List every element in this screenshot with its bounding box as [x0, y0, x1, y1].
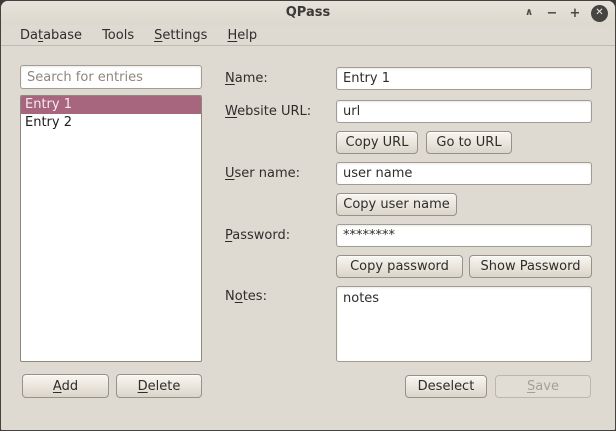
- search-input[interactable]: [20, 65, 202, 89]
- menubar: Database Tools Settings Help: [1, 25, 615, 46]
- website-url-input[interactable]: [336, 100, 592, 123]
- copy-password-button[interactable]: Copy password: [336, 255, 463, 278]
- notes-label: Notes:: [225, 289, 267, 304]
- website-url-label: Website URL:: [225, 104, 311, 119]
- name-input[interactable]: [336, 67, 592, 90]
- titlebar: QPass ∧ − + ✕: [1, 1, 615, 25]
- menu-database[interactable]: Database: [10, 26, 92, 45]
- go-to-url-button[interactable]: Go to URL: [426, 131, 512, 154]
- delete-button[interactable]: Delete: [116, 374, 202, 398]
- password-label: Password:: [225, 228, 290, 243]
- shade-window-icon[interactable]: ∧: [522, 8, 536, 18]
- user-name-label: User name:: [225, 166, 300, 181]
- save-button[interactable]: Save: [495, 375, 591, 398]
- name-label: Name:: [225, 71, 268, 86]
- entry-list: Entry 1 Entry 2: [20, 95, 202, 362]
- list-item-entry-1[interactable]: Entry 1: [21, 96, 201, 114]
- menu-help[interactable]: Help: [217, 26, 267, 45]
- show-password-button[interactable]: Show Password: [469, 255, 592, 278]
- add-button[interactable]: Add: [22, 374, 109, 398]
- copy-user-name-button[interactable]: Copy user name: [336, 193, 457, 216]
- maximize-icon[interactable]: +: [568, 7, 582, 20]
- list-item-entry-2[interactable]: Entry 2: [21, 114, 201, 132]
- user-name-input[interactable]: [336, 162, 592, 185]
- menu-tools[interactable]: Tools: [92, 26, 144, 45]
- minimize-icon[interactable]: −: [545, 7, 559, 20]
- qpass-window: QPass ∧ − + ✕ Database Tools Settings He…: [0, 0, 616, 431]
- close-icon[interactable]: ✕: [591, 5, 608, 22]
- window-controls: ∧ − + ✕: [522, 1, 608, 25]
- copy-url-button[interactable]: Copy URL: [336, 131, 418, 154]
- menu-settings[interactable]: Settings: [144, 26, 217, 45]
- notes-textarea[interactable]: notes: [336, 286, 592, 362]
- deselect-button[interactable]: Deselect: [405, 375, 487, 398]
- password-input[interactable]: [336, 224, 592, 247]
